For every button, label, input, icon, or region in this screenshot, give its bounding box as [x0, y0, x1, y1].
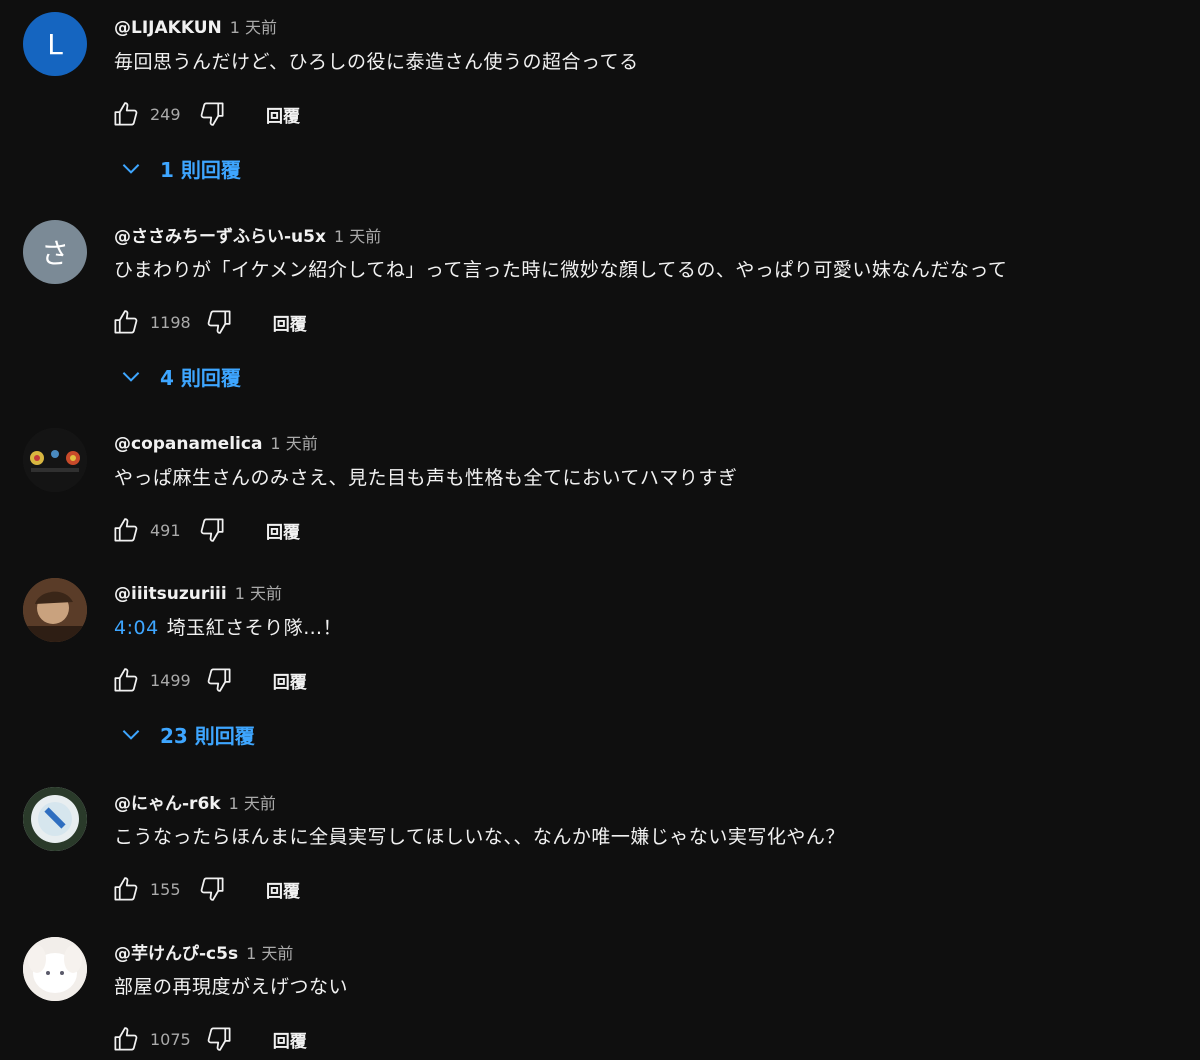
chevron-down-icon [118, 363, 144, 389]
like-button[interactable] [108, 1021, 144, 1057]
thumbs-up-icon [114, 668, 138, 692]
comment-actions: 1198 回覆 [108, 302, 307, 342]
avatar[interactable] [23, 428, 87, 492]
author-handle[interactable]: @LIJAKKUN [114, 18, 222, 38]
comment-time[interactable]: 1 天前 [229, 790, 276, 814]
like-count: 1198 [150, 312, 191, 332]
dislike-button[interactable] [201, 304, 237, 340]
comment-actions: 249 回覆 [108, 94, 300, 134]
comment-header: @ささみちーずふらい-u5x 1 天前 [114, 222, 381, 250]
replies-count: 1 則回覆 [160, 157, 241, 182]
dislike-button[interactable] [194, 512, 230, 548]
comments-list: L @LIJAKKUN 1 天前 毎回思うんだけど、ひろしの役に泰造さん使うの超… [0, 0, 1200, 1060]
avatar[interactable] [23, 937, 87, 1001]
view-replies-button[interactable]: 23 則回覆 [118, 714, 255, 754]
comment-time[interactable]: 1 天前 [230, 14, 277, 38]
like-button[interactable] [108, 512, 144, 548]
comment-text: 部屋の再現度がえげつない [114, 976, 349, 998]
thumbs-up-icon [114, 102, 138, 126]
thumbs-up-icon [114, 310, 138, 334]
comment-body: 埼玉紅さそり隊…！ [166, 617, 343, 639]
avatar-image [23, 578, 87, 642]
replies-count: 4 則回覆 [160, 365, 241, 390]
comment-time[interactable]: 1 天前 [246, 940, 293, 964]
comment-text: こうなったらほんまに全員実写してほしいな、、なんか唯一嫌じゃない実写化やん？ [114, 826, 845, 848]
author-handle[interactable]: @芋けんぴ-c5s [114, 939, 238, 964]
thumbs-down-icon [200, 518, 224, 542]
like-count: 155 [150, 879, 181, 899]
avatar-image [23, 428, 87, 492]
like-count: 491 [150, 520, 181, 540]
comment-text: 毎回思うんだけど、ひろしの役に泰造さん使うの超合ってる [114, 51, 639, 73]
comment-actions: 155 回覆 [108, 869, 300, 909]
thumbs-down-icon [207, 310, 231, 334]
avatar[interactable] [23, 787, 87, 851]
avatar-image [23, 787, 87, 851]
author-handle[interactable]: @copanamelica [114, 434, 262, 454]
video-timestamp-link[interactable]: 4:04 [114, 617, 159, 639]
like-button[interactable] [108, 871, 144, 907]
thumbs-down-icon [207, 668, 231, 692]
thumbs-down-icon [200, 877, 224, 901]
dislike-button[interactable] [194, 96, 230, 132]
chevron-down-icon [118, 155, 144, 181]
comment-text: やっぱ麻生さんのみさえ、見た目も声も性格も全てにおいてハマりすぎ [114, 467, 738, 489]
like-count: 249 [150, 104, 181, 124]
like-count: 1075 [150, 1029, 191, 1049]
reply-button[interactable]: 回覆 [273, 668, 307, 693]
author-handle[interactable]: @ささみちーずふらい-u5x [114, 222, 326, 247]
like-button[interactable] [108, 96, 144, 132]
comment-text: ひまわりが「イケメン紹介してね」って言った時に微妙な顔してるの、やっぱり可愛い妹… [114, 259, 1008, 281]
reply-button[interactable]: 回覆 [273, 1027, 307, 1052]
thumbs-down-icon [200, 102, 224, 126]
thumbs-up-icon [114, 518, 138, 542]
like-count: 1499 [150, 670, 191, 690]
comment-actions: 491 回覆 [108, 510, 300, 550]
like-button[interactable] [108, 304, 144, 340]
avatar-letter: さ [40, 237, 69, 270]
dislike-button[interactable] [201, 1021, 237, 1057]
comment-header: @LIJAKKUN 1 天前 [114, 14, 277, 42]
reply-button[interactable]: 回覆 [266, 102, 300, 127]
comment-time[interactable]: 1 天前 [334, 223, 381, 247]
comment-text: 4:04 埼玉紅さそり隊…！ [114, 614, 342, 642]
thumbs-down-icon [207, 1027, 231, 1051]
dislike-button[interactable] [194, 871, 230, 907]
avatar-image [23, 937, 87, 1001]
chevron-down-icon [118, 721, 144, 747]
avatar-letter: L [47, 27, 63, 61]
like-button[interactable] [108, 662, 144, 698]
author-handle[interactable]: @iiitsuzuriii [114, 584, 227, 604]
replies-count: 23 則回覆 [160, 723, 255, 748]
comment-time[interactable]: 1 天前 [270, 430, 317, 454]
comment-time[interactable]: 1 天前 [235, 580, 282, 604]
reply-button[interactable]: 回覆 [266, 518, 300, 543]
comment-header: @iiitsuzuriii 1 天前 [114, 580, 282, 608]
reply-button[interactable]: 回覆 [266, 877, 300, 902]
comment-header: @copanamelica 1 天前 [114, 430, 318, 458]
avatar[interactable]: L [23, 12, 87, 76]
comment-header: @にゃん-r6k 1 天前 [114, 789, 276, 817]
thumbs-up-icon [114, 877, 138, 901]
comment-actions: 1075 回覆 [108, 1019, 307, 1059]
avatar[interactable] [23, 578, 87, 642]
comment-actions: 1499 回覆 [108, 660, 307, 700]
comment-header: @芋けんぴ-c5s 1 天前 [114, 939, 293, 967]
view-replies-button[interactable]: 1 則回覆 [118, 148, 241, 188]
dislike-button[interactable] [201, 662, 237, 698]
thumbs-up-icon [114, 1027, 138, 1051]
author-handle[interactable]: @にゃん-r6k [114, 789, 221, 814]
view-replies-button[interactable]: 4 則回覆 [118, 356, 241, 396]
reply-button[interactable]: 回覆 [273, 310, 307, 335]
avatar[interactable]: さ [23, 220, 87, 284]
